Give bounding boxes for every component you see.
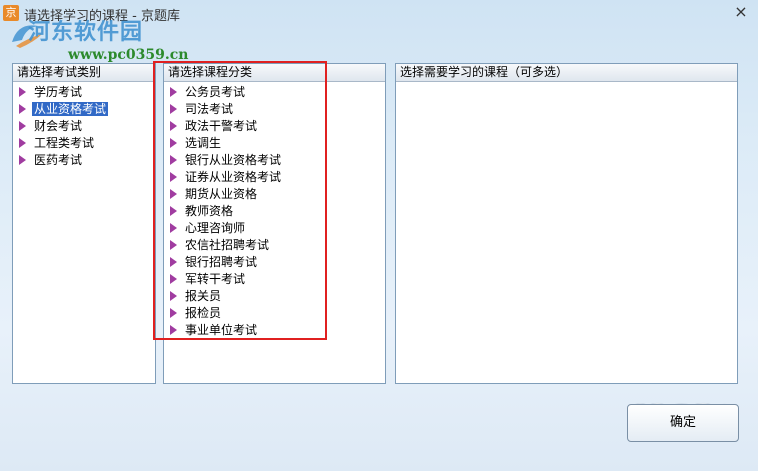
expand-arrow-icon[interactable] (19, 121, 26, 131)
expand-arrow-icon[interactable] (19, 87, 26, 97)
category-item-label: 医药考试 (34, 153, 83, 167)
expand-arrow-icon[interactable] (170, 87, 177, 97)
course-item-label: 心理咨询师 (185, 221, 246, 235)
course-item-label: 司法考试 (185, 102, 234, 116)
close-button[interactable]: × (732, 3, 750, 21)
course-item-label: 事业单位考试 (185, 323, 258, 337)
expand-arrow-icon[interactable] (19, 155, 26, 165)
category-item[interactable]: 财会考试 (13, 118, 155, 135)
expand-arrow-icon[interactable] (19, 138, 26, 148)
course-item-label: 政法干警考试 (185, 119, 258, 133)
course-item-label: 报检员 (185, 306, 222, 320)
category-item[interactable]: 从业资格考试 (13, 101, 155, 118)
course-panel-header: 请选择课程分类 (164, 64, 385, 82)
course-item[interactable]: 证券从业资格考试 (164, 169, 385, 186)
subject-panel-header: 选择需要学习的课程（可多选） (396, 64, 737, 82)
subject-list[interactable] (396, 82, 737, 84)
course-item[interactable]: 银行从业资格考试 (164, 152, 385, 169)
subject-panel: 选择需要学习的课程（可多选） (395, 63, 738, 384)
course-item[interactable]: 农信社招聘考试 (164, 237, 385, 254)
course-item-label: 期货从业资格 (185, 187, 258, 201)
expand-arrow-icon[interactable] (170, 240, 177, 250)
expand-arrow-icon[interactable] (170, 223, 177, 233)
category-item[interactable]: 工程类考试 (13, 135, 155, 152)
course-item[interactable]: 银行招聘考试 (164, 254, 385, 271)
category-panel-header: 请选择考试类别 (13, 64, 155, 82)
expand-arrow-icon[interactable] (170, 308, 177, 318)
course-item-label: 军转干考试 (185, 272, 246, 286)
category-item-label: 学历考试 (34, 85, 83, 99)
course-item[interactable]: 公务员考试 (164, 84, 385, 101)
expand-arrow-icon[interactable] (170, 257, 177, 267)
app-icon: 京 (3, 5, 19, 21)
course-item-label: 选调生 (185, 136, 222, 150)
category-item-label: 财会考试 (34, 119, 83, 133)
expand-arrow-icon[interactable] (170, 104, 177, 114)
course-item[interactable]: 事业单位考试 (164, 322, 385, 339)
expand-arrow-icon[interactable] (170, 325, 177, 335)
course-item[interactable]: 期货从业资格 (164, 186, 385, 203)
course-item[interactable]: 军转干考试 (164, 271, 385, 288)
expand-arrow-icon[interactable] (170, 189, 177, 199)
expand-arrow-icon[interactable] (170, 155, 177, 165)
course-item-label: 证券从业资格考试 (185, 170, 282, 184)
watermark-url: www.pc0359.cn (68, 47, 189, 63)
course-item-label: 银行从业资格考试 (185, 153, 282, 167)
course-item[interactable]: 教师资格 (164, 203, 385, 220)
expand-arrow-icon[interactable] (170, 291, 177, 301)
course-list: 公务员考试司法考试政法干警考试 选调生银行从业资格考试 证券从业资格考试 期货从业资格… (164, 82, 385, 339)
category-panel: 请选择考试类别 学历考试从业资格考试 财会考试工程类考试医药考试 (12, 63, 156, 384)
category-list: 学历考试从业资格考试 财会考试工程类考试医药考试 (13, 82, 155, 169)
course-item[interactable]: 报关员 (164, 288, 385, 305)
course-item[interactable]: 心理咨询师 (164, 220, 385, 237)
expand-arrow-icon[interactable] (170, 206, 177, 216)
course-item-label: 报关员 (185, 289, 222, 303)
category-item[interactable]: 医药考试 (13, 152, 155, 169)
course-item[interactable]: 司法考试 (164, 101, 385, 118)
category-item[interactable]: 学历考试 (13, 84, 155, 101)
watermark-text: 河东软件园 (28, 19, 144, 45)
course-item-label: 教师资格 (185, 204, 234, 218)
expand-arrow-icon[interactable] (170, 138, 177, 148)
expand-arrow-icon[interactable] (19, 104, 26, 114)
category-item-label: 从业资格考试 (32, 102, 109, 116)
expand-arrow-icon[interactable] (170, 121, 177, 131)
course-item-label: 银行招聘考试 (185, 255, 258, 269)
category-item-label: 工程类考试 (34, 136, 95, 150)
course-item-label: 公务员考试 (185, 85, 246, 99)
expand-arrow-icon[interactable] (170, 274, 177, 284)
course-item[interactable]: 选调生 (164, 135, 385, 152)
course-item[interactable]: 政法干警考试 (164, 118, 385, 135)
course-item[interactable]: 报检员 (164, 305, 385, 322)
expand-arrow-icon[interactable] (170, 172, 177, 182)
course-item-label: 农信社招聘考试 (185, 238, 270, 252)
ok-button[interactable]: 确定 (627, 404, 739, 442)
course-panel: 请选择课程分类 公务员考试司法考试政法干警考试 选调生银行从业资格考试 证券从业资格… (163, 63, 386, 384)
